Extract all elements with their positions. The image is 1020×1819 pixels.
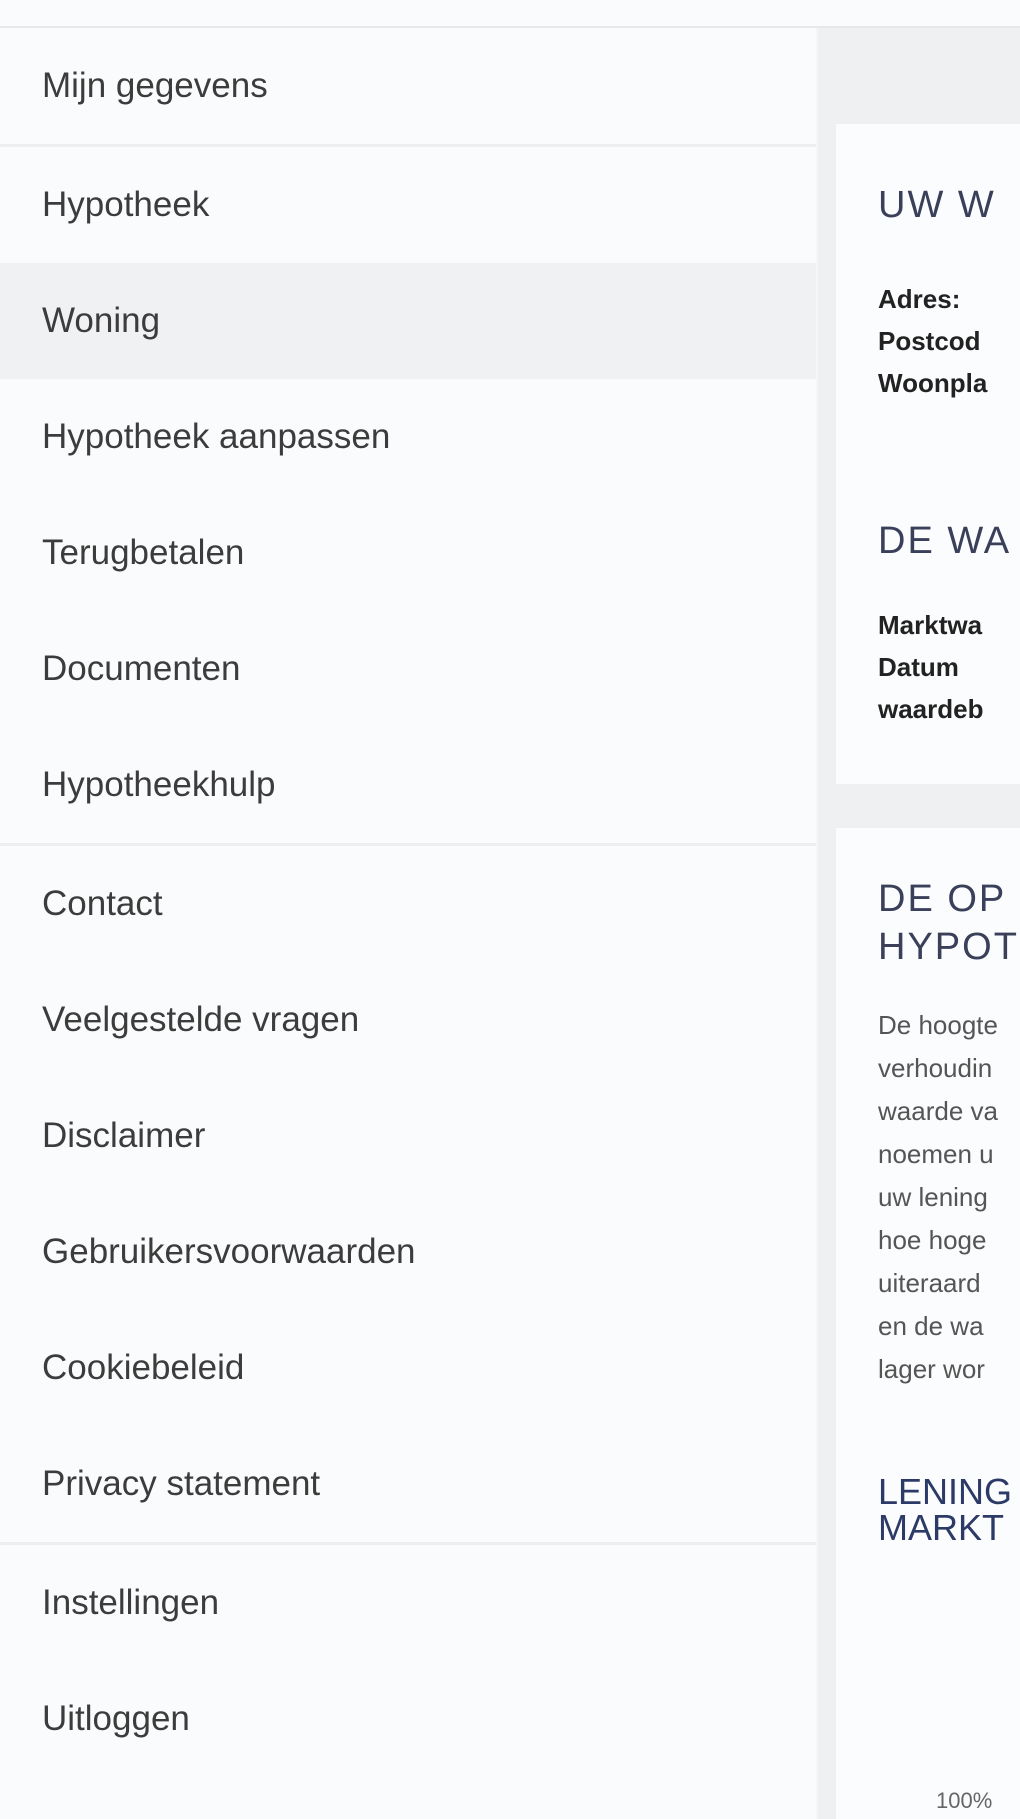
info-paragraph: De hoogte verhoudin waarde va noemen u u…: [878, 1004, 998, 1391]
paragraph-line: uw lening: [878, 1182, 988, 1212]
city-label: Woonpla: [878, 368, 988, 398]
paragraph-line: waarde va: [878, 1096, 998, 1126]
value-labels: Marktwa Datum waardeb: [878, 604, 984, 730]
postcode-label: Postcod: [878, 326, 981, 356]
info-heading-line1: DE OP: [878, 878, 1007, 920]
paragraph-line: lager wor: [878, 1354, 985, 1384]
menu-item-privacy-statement[interactable]: Privacy statement: [0, 1426, 816, 1542]
paragraph-line: noemen u: [878, 1139, 994, 1169]
loan-value-subheading: LENING MARKT: [878, 1474, 1012, 1546]
subheading-line2: MARKT: [878, 1507, 1004, 1548]
menu-item-terugbetalen[interactable]: Terugbetalen: [0, 495, 816, 611]
main-content: UW W Adres: Postcod Woonpla DE WA Marktw…: [818, 28, 1020, 1819]
menu-group-account: Mijn gegevens: [0, 28, 816, 147]
menu-item-hypotheek-aanpassen[interactable]: Hypotheek aanpassen: [0, 379, 816, 495]
market-value-label: Marktwa: [878, 610, 983, 640]
menu-item-disclaimer[interactable]: Disclaimer: [0, 1078, 816, 1194]
menu-group-info: Contact Veelgestelde vragen Disclaimer G…: [0, 846, 816, 1545]
subheading-line1: LENING: [878, 1471, 1013, 1512]
chart-axis-label: 100%: [936, 1788, 993, 1813]
property-card: UW W Adres: Postcod Woonpla DE WA Marktw…: [836, 124, 1020, 784]
paragraph-line: uiteraard: [878, 1268, 981, 1298]
top-bar: [0, 0, 1020, 28]
value-heading: DE WA: [878, 520, 1012, 562]
paragraph-line: hoe hoge: [878, 1225, 987, 1255]
sidebar-menu: Mijn gegevens Hypotheek Woning Hypotheek…: [0, 28, 816, 1819]
menu-item-cookiebeleid[interactable]: Cookiebeleid: [0, 1310, 816, 1426]
paragraph-line: en de wa: [878, 1311, 984, 1341]
menu-item-contact[interactable]: Contact: [0, 846, 816, 962]
menu-item-veelgestelde-vragen[interactable]: Veelgestelde vragen: [0, 962, 816, 1078]
property-heading: UW W: [878, 184, 996, 226]
menu-item-mijn-gegevens[interactable]: Mijn gegevens: [0, 28, 816, 144]
paragraph-line: De hoogte: [878, 1010, 998, 1040]
paragraph-line: verhoudin: [878, 1053, 993, 1083]
mortgage-info-card: DE OP HYPOT De hoogte verhoudin waarde v…: [836, 828, 1020, 1819]
address-label: Adres:: [878, 284, 961, 314]
date-label: Datum: [878, 652, 959, 682]
menu-group-settings: Instellingen Uitloggen: [0, 1545, 816, 1777]
menu-item-uitloggen[interactable]: Uitloggen: [0, 1661, 816, 1777]
menu-item-woning[interactable]: Woning: [0, 263, 816, 379]
info-heading-line2: HYPOT: [878, 926, 1019, 968]
address-labels: Adres: Postcod Woonpla: [878, 278, 987, 404]
menu-item-instellingen[interactable]: Instellingen: [0, 1545, 816, 1661]
menu-item-gebruikersvoorwaarden[interactable]: Gebruikersvoorwaarden: [0, 1194, 816, 1310]
menu-item-hypotheek[interactable]: Hypotheek: [0, 147, 816, 263]
menu-item-documenten[interactable]: Documenten: [0, 611, 816, 727]
valuation-label: waardeb: [878, 694, 984, 724]
menu-item-hypotheekhulp[interactable]: Hypotheekhulp: [0, 727, 816, 843]
menu-group-mortgage: Hypotheek Woning Hypotheek aanpassen Ter…: [0, 147, 816, 846]
